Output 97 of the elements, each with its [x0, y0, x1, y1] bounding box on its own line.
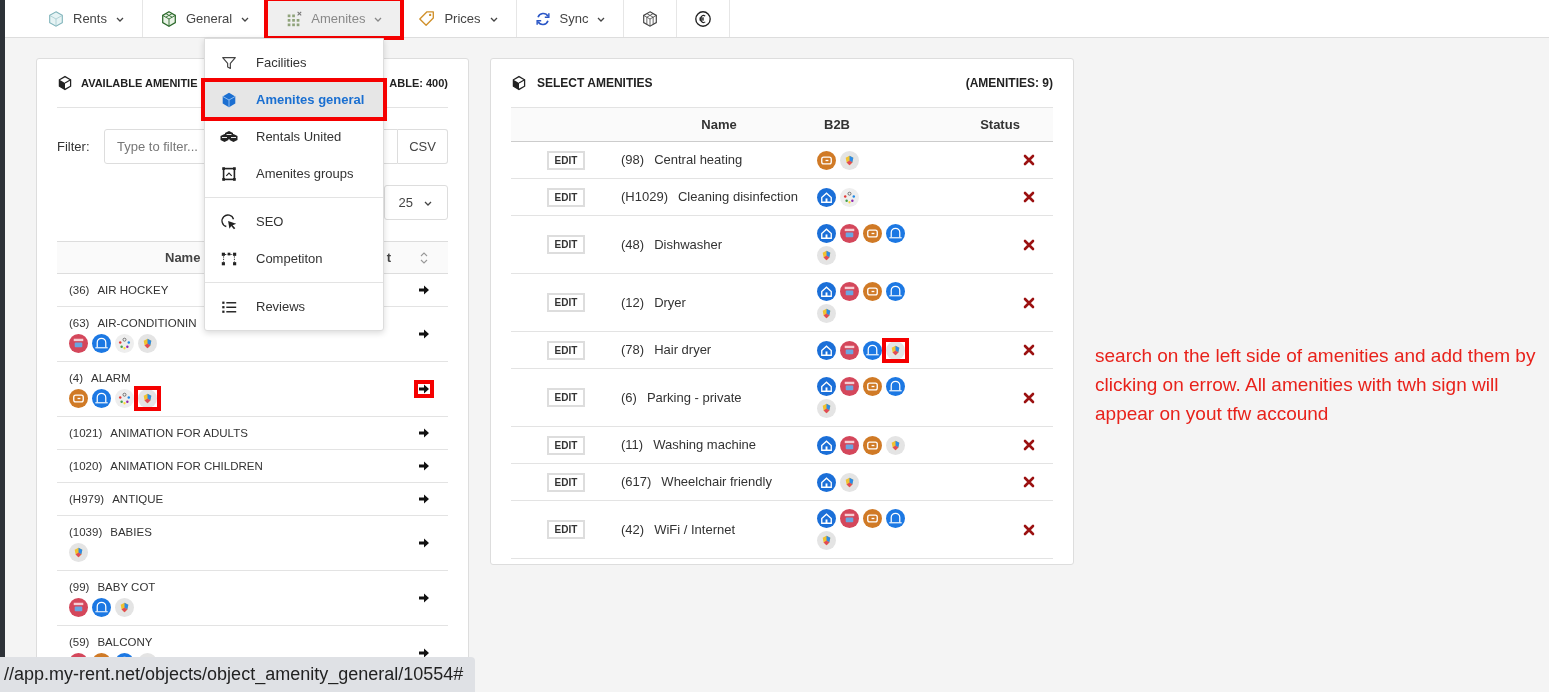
amenity-code: (63) [69, 316, 90, 331]
panel-title: AVAILABLE AMENITIE [81, 77, 198, 89]
menu-item[interactable]: Competiton [205, 240, 383, 277]
remove-icon[interactable] [1023, 476, 1035, 488]
amenity-name: ANIMATION FOR CHILDREN [110, 459, 263, 474]
amenity-name: ANTIQUE [112, 492, 164, 507]
menu-item[interactable]: SEO [205, 203, 383, 240]
arrow-icon[interactable] [418, 328, 430, 340]
edit-button[interactable]: EDIT [546, 388, 586, 407]
amenity-code: (48) [621, 236, 645, 252]
amenity-name: BABIES [110, 525, 152, 540]
nav-menu[interactable]: Sync [516, 0, 625, 37]
amenity-code: (59) [69, 635, 90, 650]
remove-icon[interactable] [1023, 439, 1035, 451]
arrow-icon[interactable] [418, 537, 430, 549]
amenity-name: AIR-CONDITIONIN [97, 316, 197, 331]
edit-button[interactable]: EDIT [546, 520, 586, 539]
arrow-icon[interactable] [418, 427, 430, 439]
menu-item[interactable]: Amenites groups [205, 155, 383, 192]
amenity-code: (H979) [69, 492, 105, 507]
edit-button[interactable]: EDIT [546, 150, 586, 170]
menu-item[interactable]: Rentals United [205, 118, 383, 155]
amenity-code: (4) [69, 371, 84, 386]
cube-icon [511, 75, 527, 91]
amenity-name: Washing machine [653, 437, 756, 452]
edit-button[interactable]: EDIT [546, 235, 586, 254]
menu-item[interactable]: Facilities [205, 44, 383, 81]
remove-icon[interactable] [1023, 296, 1035, 309]
amenity-name: WiFi / Internet [654, 521, 736, 537]
amenity-code: (78) [621, 342, 645, 357]
cube-icon [159, 9, 178, 28]
cube-icon [641, 9, 660, 28]
amenity-code: (98) [621, 152, 645, 167]
arrow-icon[interactable] [418, 284, 430, 296]
nav-menu[interactable]: Prices [401, 0, 517, 37]
amenity-code: (11) [621, 437, 644, 452]
euro-icon [694, 9, 713, 28]
cube-icon [220, 90, 238, 109]
edit-button[interactable]: EDIT [546, 187, 586, 207]
remove-icon[interactable] [1023, 391, 1035, 404]
arrow-icon[interactable] [418, 383, 430, 395]
arrow-icon[interactable] [418, 460, 430, 472]
cubes-icon [220, 131, 238, 142]
tag-icon [418, 9, 437, 28]
amenity-code: (42) [621, 521, 645, 537]
amenity-name: BALCONY [97, 635, 153, 650]
amenity-code: (1021) [69, 426, 103, 441]
edit-button[interactable]: EDIT [546, 472, 586, 492]
remove-icon[interactable] [1023, 191, 1035, 203]
edit-button[interactable]: EDIT [546, 340, 586, 360]
hexagon-icon [47, 9, 65, 28]
amenity-code: (12) [621, 294, 645, 310]
amenity-name: ALARM [91, 371, 131, 386]
edit-button[interactable]: EDIT [546, 435, 586, 455]
nav-menu[interactable]: Rents [30, 0, 143, 37]
arrow-icon[interactable] [418, 647, 430, 659]
amenity-code: (1020) [69, 459, 103, 474]
amenity-code: (99) [69, 580, 90, 595]
column-header: Name [700, 117, 738, 132]
amenity-name: ANIMATION FOR ADULTS [110, 426, 248, 441]
amenity-name: Dishwasher [654, 236, 723, 252]
amenity-name: BABY COT [97, 580, 156, 595]
url-tooltip: //app.my-rent.net/objects/object_amenity_general/10554# [0, 657, 476, 692]
amenity-name: Central heating [654, 152, 743, 167]
remove-icon[interactable] [1023, 238, 1035, 251]
grid-icon [285, 9, 304, 28]
column-header: Name [165, 250, 201, 265]
filter-label: Filter: [57, 139, 91, 154]
remove-icon[interactable] [1023, 154, 1035, 166]
panel-count: ABLE: 400) [389, 77, 448, 89]
menu-item[interactable]: Reviews [205, 288, 383, 325]
amenity-name: AIR HOCKEY [97, 283, 169, 298]
panel-title: SELECT AMENITIES [537, 76, 653, 90]
amenity-name: Wheelchair friendly [661, 474, 772, 489]
arrow-icon[interactable] [418, 592, 430, 604]
amenity-name: Parking - private [646, 389, 742, 405]
cursor-icon [220, 212, 238, 231]
amenity-code: (H1029) [621, 189, 668, 204]
column-header: B2B [823, 117, 851, 132]
amenity-code: (6) [621, 389, 637, 405]
arrow-icon[interactable] [418, 493, 430, 505]
column-header: t [386, 250, 391, 265]
amenity-code: (36) [69, 283, 90, 298]
remove-icon[interactable] [1023, 344, 1035, 356]
edit-button[interactable]: EDIT [546, 293, 586, 312]
amenity-code: (1039) [69, 525, 103, 540]
annotation-text: search on the left side of amenities and add them by clicking on errow. All amenities with twh sign will appear on yout tfw accound [1095, 344, 1537, 426]
amenity-name: Cleaning disinfection [677, 189, 798, 204]
column-header: Status [979, 117, 1021, 132]
remove-icon[interactable] [1023, 523, 1035, 536]
frame-icon [220, 164, 238, 183]
amenity-name: Dryer [654, 294, 686, 310]
csv-button[interactable]: CSV [398, 129, 448, 164]
amenity-name: Hair dryer [654, 342, 712, 357]
amenity-code: (617) [621, 474, 652, 489]
cube-icon [57, 75, 73, 91]
panel-count: (AMENITIES: 9) [965, 76, 1053, 90]
